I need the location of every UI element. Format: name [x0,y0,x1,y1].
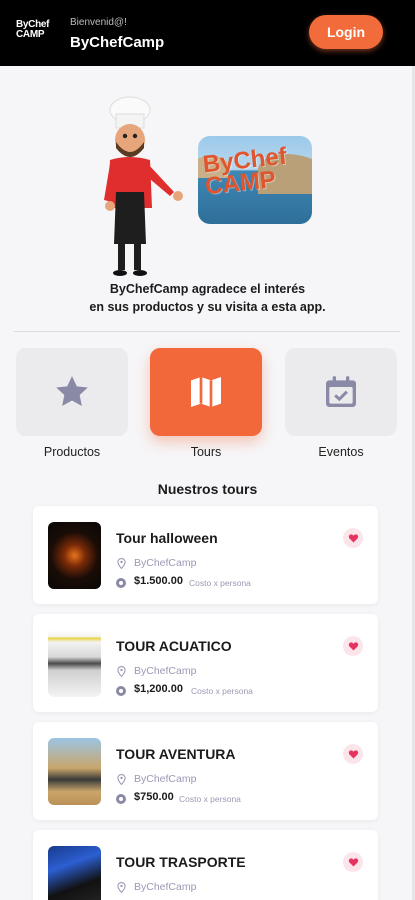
tour-thumbnail [48,738,101,805]
tour-price: $1,200.00 [134,683,183,695]
tour-card[interactable]: TOUR ACUATICO ByChefCamp $1,200.00 Costo… [33,614,378,712]
thanks-line-1: ByChefCamp agradece el interés [109,282,306,296]
category-label: Productos [43,445,101,459]
category-eventos-button[interactable] [285,348,397,436]
location-pin-icon [117,558,126,569]
tour-organizer: ByChefCamp [134,665,197,677]
price-note: Costo x persona [179,794,241,804]
favorite-button[interactable] [343,528,363,548]
tour-organizer: ByChefCamp [134,881,197,893]
map-icon [191,377,221,407]
tour-organizer: ByChefCamp [134,773,197,785]
tour-title: TOUR AVENTURA [116,746,236,762]
calendar-check-icon [326,376,356,407]
tour-price: $1.500.00 [134,575,183,587]
heart-icon [348,750,358,759]
section-title: Nuestros tours [157,481,258,497]
app-header: ByChef CAMP Bienvenid@! ByChefCamp Login [0,0,415,66]
tour-title: Tour halloween [116,530,218,546]
location-pin-icon [117,882,126,893]
divider [14,331,400,332]
welcome-text: Bienvenid@! [70,17,127,28]
tour-title: TOUR ACUATICO [116,638,232,654]
tour-thumbnail [48,846,101,900]
star-icon [56,376,88,406]
heart-icon [348,858,358,867]
category-productos-button[interactable] [16,348,128,436]
category-label: Eventos [318,445,364,459]
chef-illustration [104,96,183,276]
favorite-button[interactable] [343,852,363,872]
price-icon [116,686,126,696]
price-icon [116,578,126,588]
tour-thumbnail [48,630,101,697]
price-icon [116,794,126,804]
tour-price: $750.00 [134,791,174,803]
app-logo: ByChef CAMP [16,20,56,44]
tour-card[interactable]: TOUR TRASPORTE ByChefCamp [33,830,378,900]
thanks-line-2: en sus productos y su visita a esta app. [89,300,326,314]
logo-line-2: CAMP [16,29,45,40]
tour-title: TOUR TRASPORTE [116,854,246,870]
location-pin-icon [117,774,126,785]
heart-icon [348,534,358,543]
price-note: Costo x persona [189,578,251,588]
promo-image: ByChef CAMP [198,136,312,224]
tour-thumbnail [48,522,101,589]
thanks-message: ByChefCamp agradece el interés en sus pr… [0,280,415,316]
hero-section: ByChef CAMP ByChefCamp agradece el inter… [0,66,415,336]
favorite-button[interactable] [343,636,363,656]
category-tours-button[interactable] [150,348,262,436]
favorite-button[interactable] [343,744,363,764]
login-button[interactable]: Login [309,15,383,49]
tour-card[interactable]: TOUR AVENTURA ByChefCamp $750.00 Costo x… [33,722,378,820]
brand-name: ByChefCamp [70,34,165,51]
tour-card[interactable]: Tour halloween ByChefCamp $1.500.00 Cost… [33,506,378,604]
price-note: Costo x persona [191,686,253,696]
promo-watermark: ByChef CAMP [202,143,290,201]
category-label: Tours [190,445,222,459]
heart-icon [348,642,358,651]
tour-organizer: ByChefCamp [134,557,197,569]
location-pin-icon [117,666,126,677]
